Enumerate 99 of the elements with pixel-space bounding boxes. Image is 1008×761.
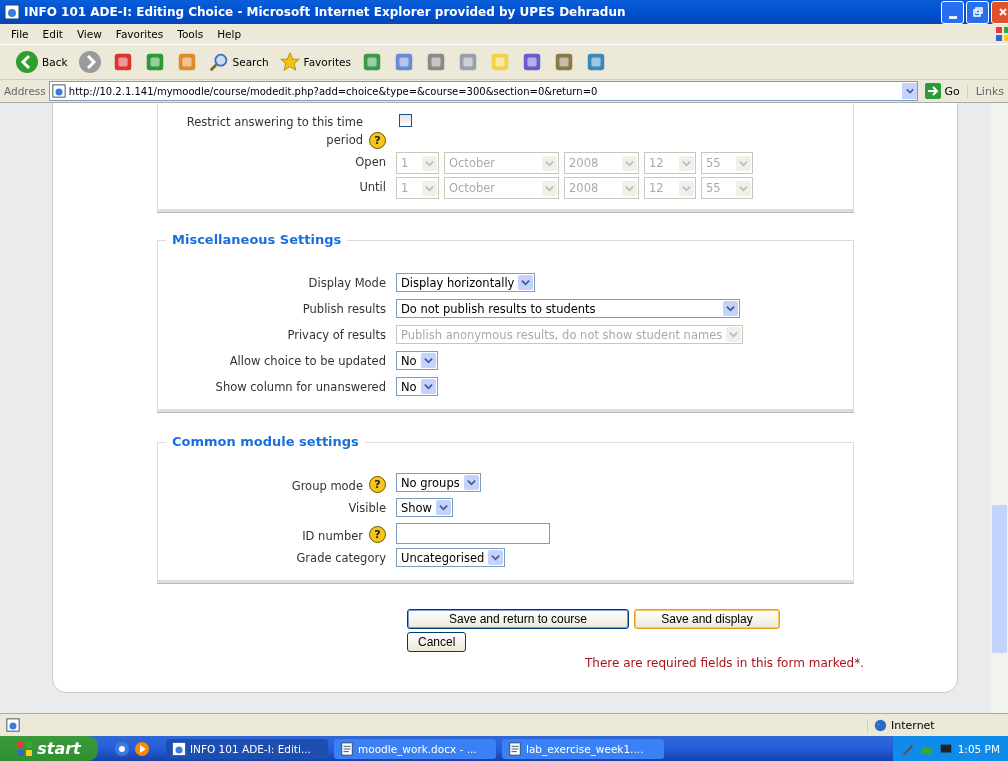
caret-icon [425, 158, 434, 168]
menu-item[interactable]: File [4, 28, 36, 40]
caret-icon [423, 356, 433, 365]
dropdown[interactable]: No [396, 351, 438, 370]
go-button[interactable]: Go [921, 83, 964, 99]
square-icon [425, 51, 447, 73]
toolbar-button[interactable]: Search [204, 49, 272, 75]
checkbox[interactable] [399, 114, 412, 127]
caret-icon [905, 87, 914, 95]
minimize-button[interactable] [941, 0, 964, 24]
caret-icon [439, 503, 449, 512]
clock: 1:05 PM [957, 742, 1000, 755]
caret-icon [682, 183, 691, 193]
address-label: Address [4, 85, 46, 97]
close-button[interactable] [991, 0, 1008, 24]
square-icon [585, 51, 607, 73]
dropdown-button[interactable] [902, 83, 918, 99]
start-button[interactable]: start [0, 736, 98, 761]
caret-icon [625, 158, 634, 168]
field-label: Group mode [291, 479, 363, 493]
windows-logo-icon [994, 26, 1008, 42]
caret-icon [726, 304, 735, 313]
document-icon [508, 741, 522, 756]
caret-icon [739, 183, 748, 193]
save-display-button[interactable]: Save and display [634, 609, 780, 629]
caret-icon [423, 382, 433, 391]
caret-icon [739, 158, 748, 168]
field-label: Allow choice to be updated [229, 354, 386, 368]
field-label: Grade category [296, 551, 386, 565]
save-return-button[interactable]: Save and return to course [407, 609, 629, 629]
help-icon[interactable]: ? [369, 132, 386, 149]
square-icon [521, 51, 543, 73]
links-button[interactable]: Links [966, 84, 1004, 98]
caret-icon [425, 183, 434, 193]
toolbar-button[interactable]: Favorites [275, 49, 354, 75]
square-icon [393, 51, 415, 73]
arrow-icon [925, 83, 942, 99]
section-title: Miscellaneous Settings [166, 232, 348, 247]
field-label: Open [355, 155, 386, 169]
help-icon[interactable]: ? [369, 476, 386, 493]
menu-item[interactable]: Tools [170, 28, 211, 40]
page-icon [6, 718, 20, 732]
caret-icon [729, 330, 739, 339]
dropdown[interactable]: Show [396, 498, 454, 517]
square-icon [489, 51, 511, 73]
field-label: ID number [302, 529, 363, 543]
restore-icon [972, 7, 983, 17]
dropdown[interactable]: No groups [396, 473, 481, 492]
browser-icon [4, 4, 20, 20]
globe-icon [874, 718, 887, 732]
field-label: Restrict answering to this time period [185, 114, 363, 149]
window-title: INFO 101 ADE-I: Editing Choice - Microsoft Internet Explorer provided by UPES Dehradun [24, 5, 627, 19]
address-field[interactable]: http://10.2.1.141/mymoodle/course/modedit.php?add=choice&type=&course=300&section=0&return=0 [48, 81, 919, 101]
restore-button[interactable] [966, 0, 989, 24]
close-icon [997, 7, 1008, 17]
help-icon[interactable]: ? [369, 526, 386, 543]
star-icon [278, 51, 301, 73]
dropdown[interactable]: Do not publish results to students [396, 299, 740, 318]
search-icon [207, 51, 230, 73]
dropdown[interactable]: Display horizontally [396, 273, 536, 292]
field-label: Show column for unanswered [215, 380, 386, 394]
cancel-button[interactable]: Cancel [407, 632, 467, 652]
toolbar-button[interactable]: Back [12, 48, 71, 76]
field-label: Privacy of results [287, 328, 386, 342]
square-icon [361, 51, 383, 73]
caret-icon [625, 183, 634, 193]
taskbar-button[interactable]: moodle_work.docx - ... [334, 738, 496, 759]
field-label: Publish results [302, 302, 386, 316]
caret-icon [491, 553, 501, 562]
taskbar-button[interactable]: lab_exercise_week1.... [502, 738, 664, 759]
caret-icon [545, 183, 554, 193]
minimize-icon [948, 15, 957, 19]
taskbar-button[interactable]: INFO 101 ADE-I: Editi... [166, 738, 328, 759]
document-icon [340, 741, 354, 756]
zone-label: Internet [891, 718, 935, 732]
browser-icon [172, 741, 186, 756]
windows-logo-icon [17, 740, 34, 757]
scrollbar[interactable] [991, 103, 1008, 713]
menu-item[interactable]: Edit [35, 28, 70, 40]
page-icon [51, 84, 66, 98]
caret-icon [682, 158, 691, 168]
input-field[interactable] [396, 523, 550, 544]
menu-item[interactable]: Help [210, 28, 249, 40]
caret-icon [521, 278, 531, 287]
field-label: Visible [348, 501, 386, 515]
menu-item[interactable]: View [69, 28, 109, 40]
field-label: Display Mode [308, 276, 386, 290]
section-title: Common module settings [166, 434, 365, 449]
browser-icon[interactable] [114, 740, 130, 757]
dropdown[interactable]: Uncategorised [396, 548, 506, 567]
media-player-icon[interactable] [134, 740, 150, 757]
menu-item[interactable]: Favorites [108, 28, 171, 40]
caret-icon [545, 158, 554, 168]
dropdown[interactable]: No [396, 377, 438, 396]
caret-icon [466, 478, 476, 487]
required-note: There are required fields in this form marked*. [584, 656, 864, 670]
square-icon [553, 51, 575, 73]
square-icon [457, 51, 479, 73]
field-label: Until [359, 180, 386, 194]
